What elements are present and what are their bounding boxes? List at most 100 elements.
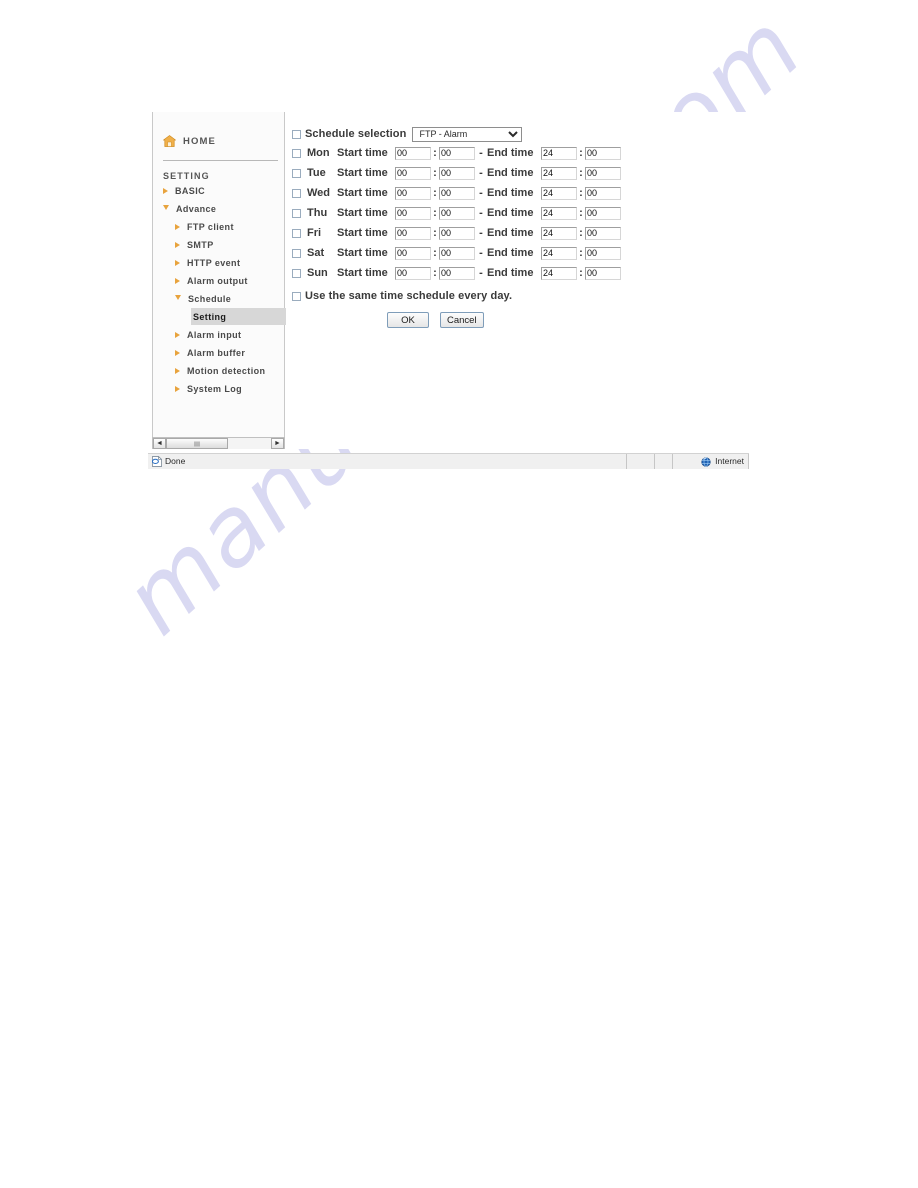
end-hour-input-sat[interactable] xyxy=(541,246,577,260)
time-range-dash: - xyxy=(479,207,483,219)
start-hour-input-tue[interactable] xyxy=(395,166,431,180)
scroll-right-arrow-icon[interactable]: ► xyxy=(271,438,284,449)
time-range-dash: - xyxy=(479,147,483,159)
end-time-label: End time xyxy=(487,227,534,239)
sidebar-item-schedule[interactable]: Schedule xyxy=(153,290,284,307)
scrollbar-track[interactable] xyxy=(166,438,271,449)
start-hour-input-sat[interactable] xyxy=(395,246,431,260)
day-label: Sun xyxy=(307,267,328,279)
end-minute-input-thu[interactable] xyxy=(585,206,621,220)
day-label: Sat xyxy=(307,247,325,259)
start-hour-input-mon[interactable] xyxy=(395,146,431,160)
ie-page-icon xyxy=(151,456,162,467)
time-colon: : xyxy=(433,207,437,219)
sidebar-item-alarm-buffer[interactable]: Alarm buffer xyxy=(153,344,284,361)
start-minute-input-thu[interactable] xyxy=(439,206,475,220)
time-colon: : xyxy=(433,187,437,199)
start-minute-input-wed[interactable] xyxy=(439,186,475,200)
schedule-selection-checkbox[interactable] xyxy=(292,129,301,139)
sidebar-item-label: Alarm buffer xyxy=(187,347,246,358)
sidebar-item-ftp-client[interactable]: FTP client xyxy=(153,218,284,235)
triangle-right-icon xyxy=(175,223,180,230)
sidebar-item-http-event[interactable]: HTTP event xyxy=(153,254,284,271)
time-range-dash: - xyxy=(479,247,483,259)
start-minute-input-sun[interactable] xyxy=(439,266,475,280)
start-minute-input-mon[interactable] xyxy=(439,146,475,160)
sidebar-item-alarm-input[interactable]: Alarm input xyxy=(153,326,284,343)
start-time-label: Start time xyxy=(337,187,388,199)
browser-window: HOME SETTING BASIC Advance FTP client SMTP H… xyxy=(148,112,749,469)
start-hour-input-thu[interactable] xyxy=(395,206,431,220)
end-minute-input-mon[interactable] xyxy=(585,146,621,160)
sidebar-horizontal-scrollbar[interactable]: ◄ ► xyxy=(152,437,285,449)
sidebar-item-alarm-output[interactable]: Alarm output xyxy=(153,272,284,289)
start-hour-input-fri[interactable] xyxy=(395,226,431,240)
sidebar-item-setting[interactable]: Setting xyxy=(191,308,286,325)
triangle-right-icon xyxy=(175,241,180,248)
sidebar-item-smtp[interactable]: SMTP xyxy=(153,236,284,253)
start-hour-input-wed[interactable] xyxy=(395,186,431,200)
day-label: Tue xyxy=(307,167,326,179)
day-checkbox-wed[interactable] xyxy=(292,188,301,198)
sidebar-divider xyxy=(163,160,278,161)
triangle-right-icon xyxy=(175,277,180,284)
page-viewport: HOME SETTING BASIC Advance FTP client SMTP H… xyxy=(148,112,749,449)
sidebar-item-label: System Log xyxy=(187,383,243,394)
schedule-row-mon: Mon Start time: -End time: xyxy=(286,143,749,163)
start-time-label: Start time xyxy=(337,247,388,259)
triangle-down-icon xyxy=(175,295,181,300)
time-colon: : xyxy=(579,167,583,179)
triangle-down-icon xyxy=(163,205,169,210)
end-time-label: End time xyxy=(487,187,534,199)
use-same-schedule-checkbox[interactable] xyxy=(292,291,301,301)
start-minute-input-tue[interactable] xyxy=(439,166,475,180)
schedule-row-sat: Sat Start time: -End time: xyxy=(286,243,749,263)
same-schedule-row: Use the same time schedule every day. xyxy=(286,286,749,306)
end-minute-input-wed[interactable] xyxy=(585,186,621,200)
schedule-row-sun: Sun Start time: -End time: xyxy=(286,263,749,283)
sidebar-item-system-log[interactable]: System Log xyxy=(153,380,284,397)
triangle-right-icon xyxy=(175,259,180,266)
triangle-right-icon xyxy=(175,367,180,374)
end-time-label: End time xyxy=(487,247,534,259)
end-minute-input-tue[interactable] xyxy=(585,166,621,180)
day-checkbox-tue[interactable] xyxy=(292,168,301,178)
end-hour-input-mon[interactable] xyxy=(541,146,577,160)
day-checkbox-sun[interactable] xyxy=(292,268,301,278)
ok-button[interactable]: OK xyxy=(387,312,429,328)
sidebar-item-basic[interactable]: BASIC xyxy=(153,182,284,199)
time-colon: : xyxy=(433,227,437,239)
sidebar-item-advance[interactable]: Advance xyxy=(153,200,284,217)
schedule-row-wed: Wed Start time: -End time: xyxy=(286,183,749,203)
cancel-button[interactable]: Cancel xyxy=(440,312,484,328)
day-label: Mon xyxy=(307,147,330,159)
end-hour-input-wed[interactable] xyxy=(541,186,577,200)
security-zone-cell[interactable]: Internet xyxy=(673,454,749,469)
end-minute-input-sat[interactable] xyxy=(585,246,621,260)
start-hour-input-sun[interactable] xyxy=(395,266,431,280)
sidebar-item-label: Motion detection xyxy=(187,365,266,376)
day-checkbox-mon[interactable] xyxy=(292,148,301,158)
scroll-left-arrow-icon[interactable]: ◄ xyxy=(153,438,166,449)
end-hour-input-fri[interactable] xyxy=(541,226,577,240)
start-time-label: Start time xyxy=(337,147,388,159)
end-minute-input-sun[interactable] xyxy=(585,266,621,280)
start-minute-input-sat[interactable] xyxy=(439,246,475,260)
end-minute-input-fri[interactable] xyxy=(585,226,621,240)
day-checkbox-sat[interactable] xyxy=(292,248,301,258)
end-hour-input-thu[interactable] xyxy=(541,206,577,220)
end-time-label: End time xyxy=(487,167,534,179)
end-hour-input-sun[interactable] xyxy=(541,266,577,280)
sidebar-item-motion-detection[interactable]: Motion detection xyxy=(153,362,284,379)
schedule-selection-dropdown[interactable]: FTP - Alarm xyxy=(412,126,523,142)
day-checkbox-thu[interactable] xyxy=(292,208,301,218)
day-checkbox-fri[interactable] xyxy=(292,228,301,238)
start-minute-input-fri[interactable] xyxy=(439,226,475,240)
form-buttons: OK Cancel xyxy=(286,312,749,328)
sidebar-item-label: Alarm input xyxy=(187,329,242,340)
scrollbar-thumb[interactable] xyxy=(166,438,228,449)
scrollbar-grip-icon xyxy=(194,441,200,446)
end-hour-input-tue[interactable] xyxy=(541,166,577,180)
time-colon: : xyxy=(579,187,583,199)
sidebar-item-home[interactable]: HOME xyxy=(153,112,284,152)
